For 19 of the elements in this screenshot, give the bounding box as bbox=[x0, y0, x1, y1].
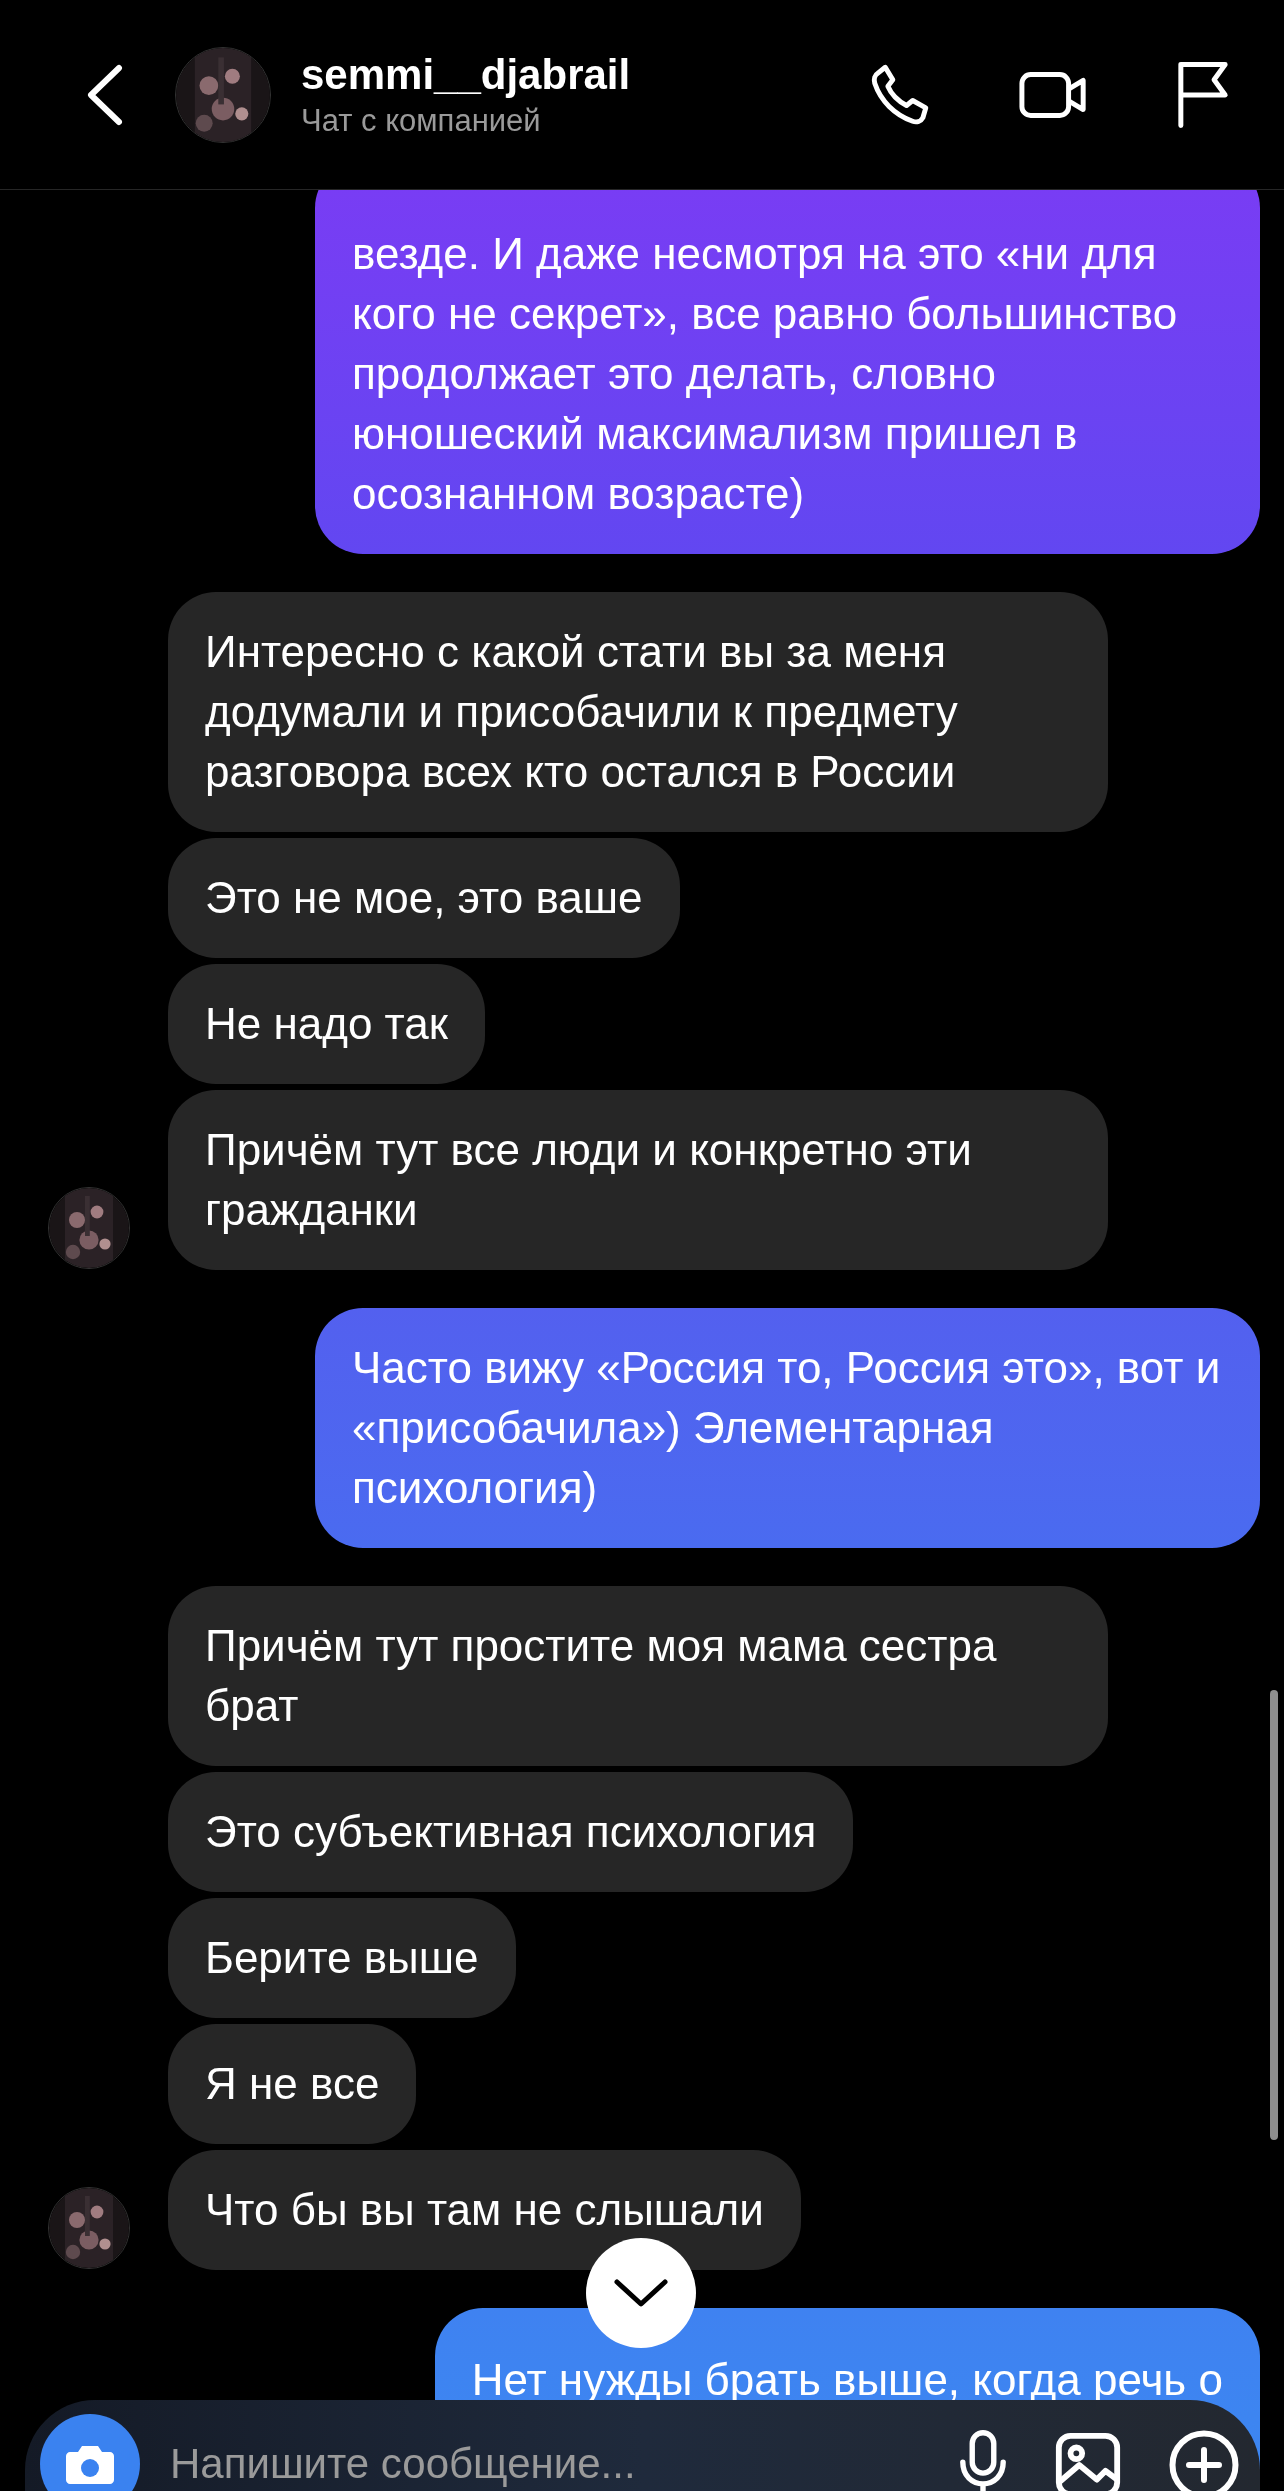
received-message: Не надо так bbox=[168, 964, 485, 1084]
plus-icon[interactable] bbox=[1168, 2429, 1240, 2491]
received-message: Что бы вы там не слышали bbox=[168, 2150, 801, 2270]
sent-message: Часто вижу «Россия то, Россия это», вот и «присобачила») Элементарная психология) bbox=[315, 1308, 1260, 1548]
received-message: Причём тут все люди и конкретно эти гражданки bbox=[168, 1090, 1108, 1270]
received-message: Я не все bbox=[168, 2024, 417, 2144]
received-message: Интересно с какой стати вы за меня додумали и присобачили к предмету разговора всех кто остался в России bbox=[168, 592, 1108, 832]
gallery-icon[interactable] bbox=[1053, 2430, 1123, 2491]
chevron-down-icon bbox=[613, 2278, 669, 2308]
received-message: Это субъективная психология bbox=[168, 1772, 854, 1892]
sent-message: везде. И даже несмотря на это «ни для кого не секрет», все равно большинство продолжает это делать, словно юношеский максимализм пришел в осознанном возрасте) bbox=[315, 190, 1260, 554]
back-icon[interactable] bbox=[85, 63, 125, 126]
received-message: Это не мое, это ваше bbox=[168, 838, 680, 958]
received-message: Берите выше bbox=[168, 1898, 516, 2018]
contact-name: semmi__djabrail bbox=[301, 49, 631, 100]
contact-subtitle: Чат с компанией bbox=[301, 101, 542, 140]
microphone-icon[interactable] bbox=[958, 2430, 1008, 2491]
camera-button[interactable] bbox=[40, 2414, 140, 2491]
received-message: Причём тут простите моя мама сестра брат bbox=[168, 1586, 1108, 1766]
